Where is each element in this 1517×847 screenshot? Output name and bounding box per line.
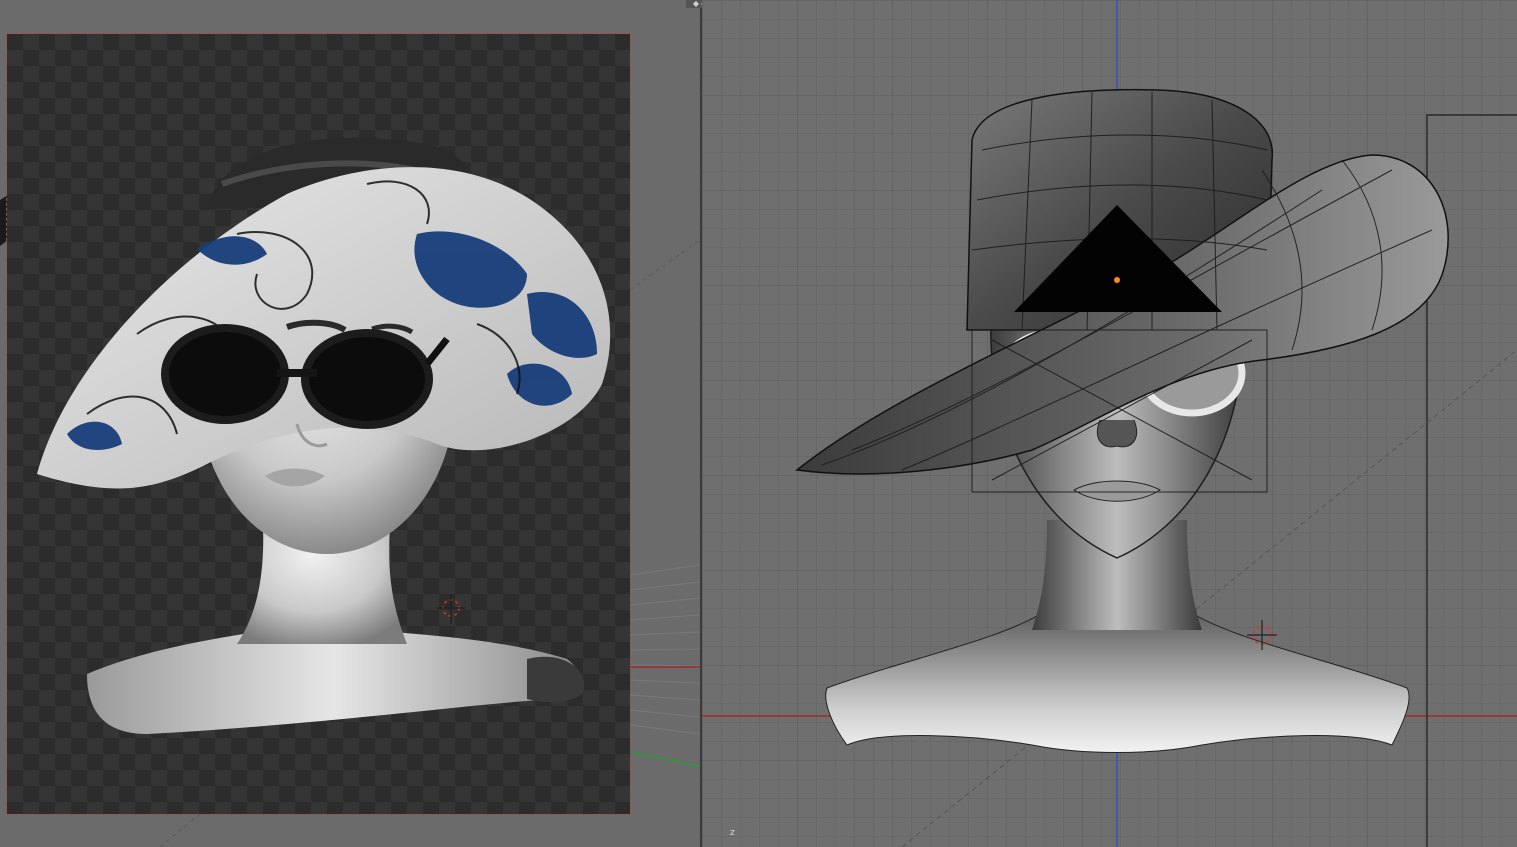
3d-cursor-icon [437,594,465,624]
render-preview-frame [6,33,631,815]
render-viewport[interactable] [0,0,700,847]
rendered-bust [37,137,611,734]
axis-z-label: z [730,828,735,838]
y-axis-line [629,751,700,767]
viewport-grid [702,0,1517,847]
front-orthographic-viewport[interactable] [702,0,1517,847]
